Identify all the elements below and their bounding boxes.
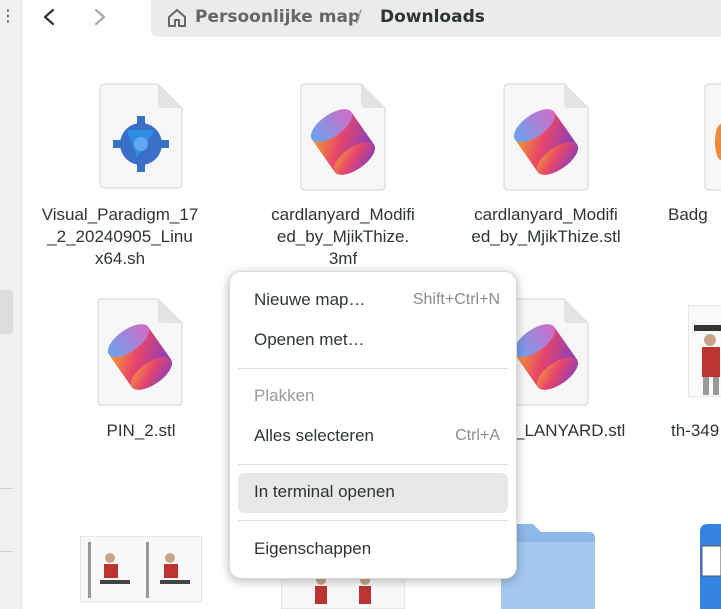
- image-thumbnail: [688, 305, 721, 397]
- forward-button[interactable]: [85, 3, 113, 31]
- file-name: cardlanyard_Modifi ed_by_MjikThize.stl: [471, 205, 621, 246]
- file-name: Visual_Paradigm_17 _2_20240905_Linu x64.sh: [41, 205, 199, 268]
- sidebar-divider: [0, 488, 13, 489]
- sidebar-divider: [0, 551, 13, 552]
- menu-item-label: Openen met…: [254, 330, 365, 349]
- breadcrumb-home[interactable]: Persoonlijke map: [195, 7, 360, 27]
- go-previous-icon: [43, 8, 55, 26]
- back-button[interactable]: [36, 3, 64, 31]
- breadcrumb-separator: /: [356, 7, 362, 27]
- menu-item-shortcut: Shift+Ctrl+N: [412, 291, 500, 308]
- menu-item-shortcut: Ctrl+A: [455, 427, 500, 444]
- sidebar-selected-item[interactable]: [0, 290, 13, 334]
- context-menu: Nieuwe map… Shift+Ctrl+N Openen met… Pla…: [229, 271, 517, 579]
- menu-item-new-folder[interactable]: Nieuwe map… Shift+Ctrl+N: [238, 281, 508, 321]
- menu-item-paste[interactable]: Plakken: [238, 377, 508, 417]
- file-name: PIN_2.stl: [106, 421, 176, 440]
- menu-item-label: Eigenschappen: [254, 539, 372, 558]
- sidebar: ⋮: [0, 0, 22, 609]
- menu-separator: [238, 464, 508, 465]
- menu-item-label: In terminal openen: [254, 482, 395, 501]
- model-3d-icon: [704, 83, 721, 191]
- path-bar: Persoonlijke map / Downloads: [151, 0, 721, 37]
- model-3d-icon: [503, 83, 589, 191]
- file-name: Badg: [668, 205, 708, 224]
- breadcrumb-current[interactable]: Downloads: [380, 7, 485, 27]
- menu-item-open-with[interactable]: Openen met…: [238, 321, 508, 361]
- model-3d-icon: [300, 83, 386, 191]
- sidebar-menu-icon[interactable]: ⋮: [0, 6, 16, 25]
- menu-item-label: Alles selecteren: [254, 426, 375, 445]
- menu-item-select-all[interactable]: Alles selecteren Ctrl+A: [238, 417, 508, 457]
- image-thumbnail[interactable]: [80, 536, 202, 602]
- menu-separator: [238, 520, 508, 521]
- menu-item-label: Plakken: [254, 386, 315, 405]
- file-name: cardlanyard_Modifi ed_by_MjikThize. 3mf: [271, 205, 415, 268]
- file-name: _LANYARD.stl: [515, 421, 626, 440]
- model-3d-icon: [97, 298, 183, 406]
- script-icon: [99, 83, 183, 189]
- menu-item-open-terminal[interactable]: In terminal openen: [238, 473, 508, 513]
- go-next-icon: [94, 8, 106, 26]
- menu-separator: [238, 368, 508, 369]
- file-name: th-349: [671, 421, 720, 440]
- menu-item-properties[interactable]: Eigenschappen: [238, 530, 508, 570]
- folder-icon[interactable]: [698, 518, 721, 609]
- menu-item-label: Nieuwe map…: [254, 290, 366, 309]
- home-icon: [168, 9, 186, 27]
